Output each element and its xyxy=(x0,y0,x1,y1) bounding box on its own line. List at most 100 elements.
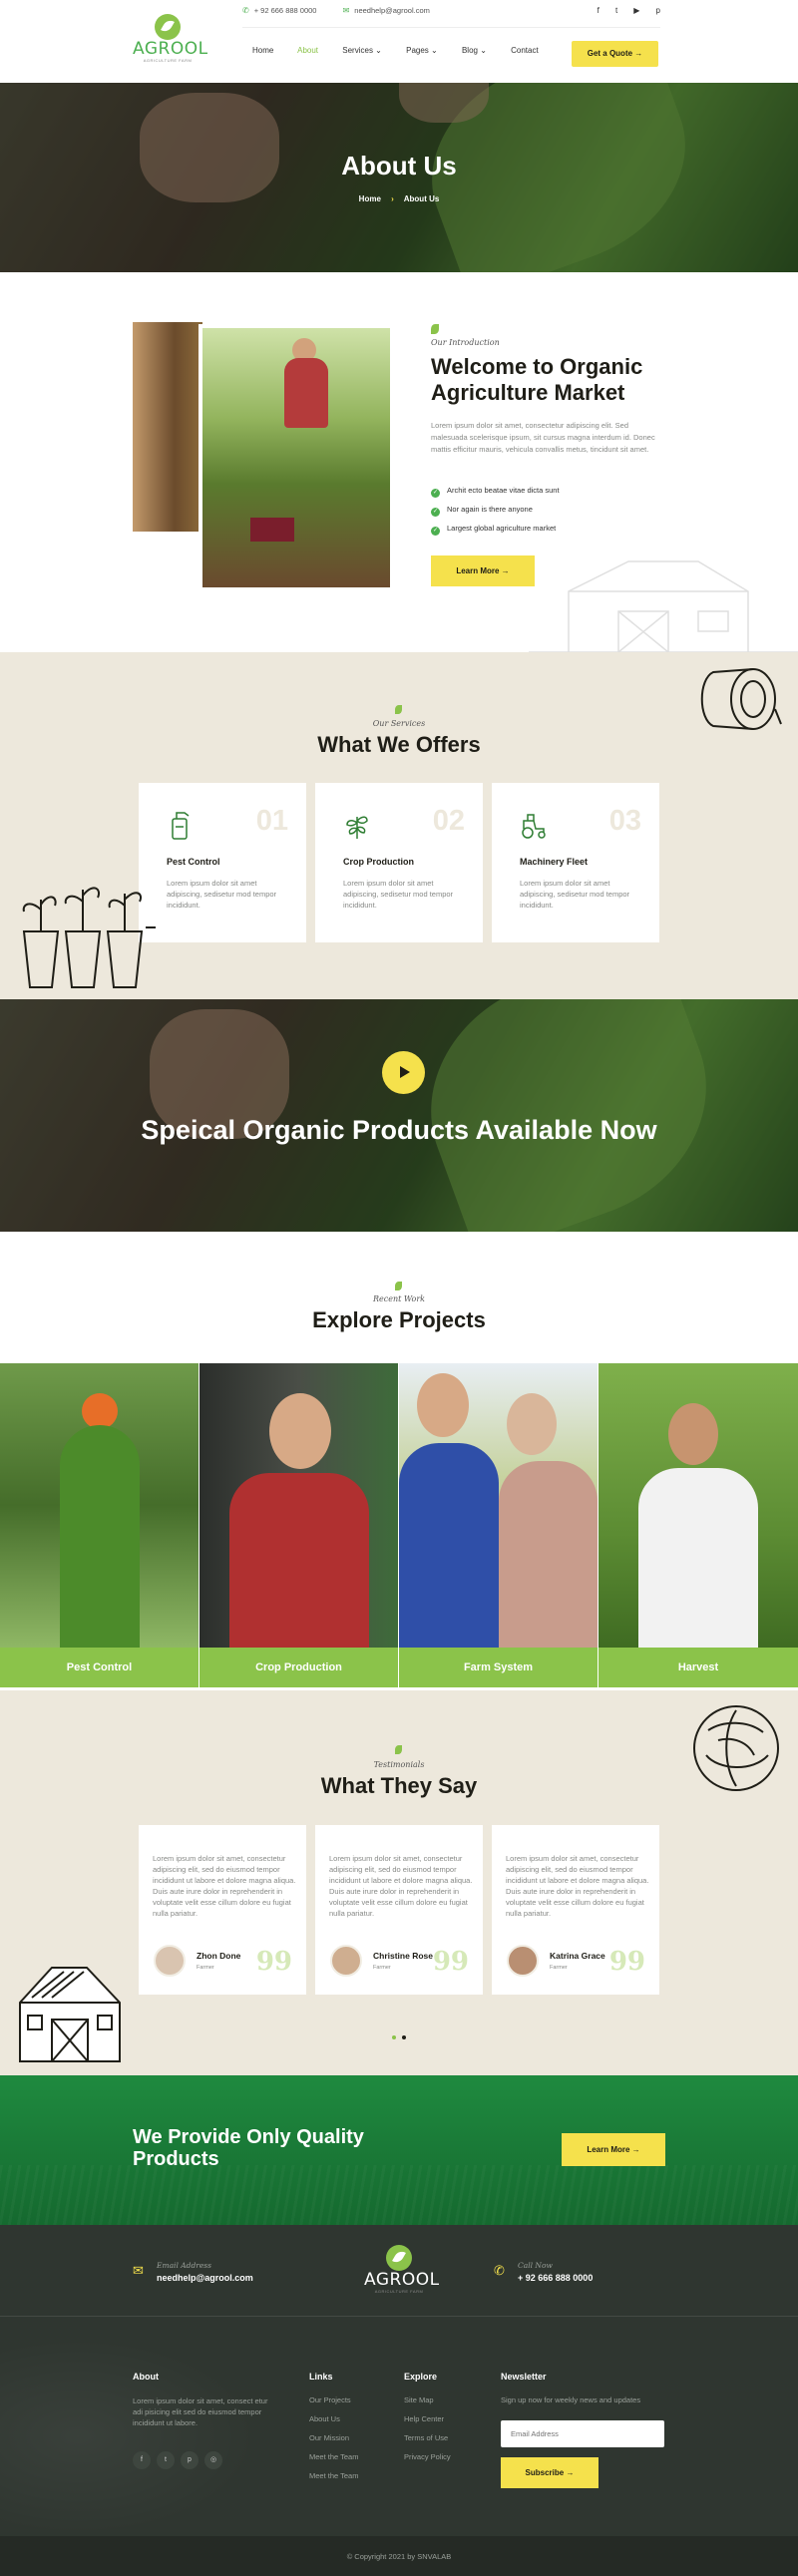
instagram-icon[interactable]: ◎ xyxy=(204,2451,222,2469)
footer-logo[interactable]: AGROOL AGRICULTURE FARM xyxy=(364,2245,439,2294)
footer-email-value: needhelp@agrool.com xyxy=(157,2273,253,2283)
testimonial-name: Katrina Grace xyxy=(550,1951,605,1961)
main-nav: Home About Services ⌄ Pages ⌄ Blog ⌄ Con… xyxy=(252,46,561,55)
project-card[interactable]: Harvest xyxy=(598,1363,798,1687)
testimonial-name: Christine Rose xyxy=(373,1951,433,1961)
footer-explore-column: Explore Site Map Help Center Terms of Us… xyxy=(404,2372,451,2471)
farmer-body xyxy=(284,358,328,428)
nav-contact[interactable]: Contact xyxy=(511,46,539,55)
carousel-dot-active[interactable] xyxy=(392,2035,396,2039)
email-contact[interactable]: ✉ needhelp@agrool.com xyxy=(343,6,430,15)
avatar xyxy=(154,1945,186,1977)
project-card[interactable]: Farm System xyxy=(399,1363,598,1687)
testimonial-text: Lorem ipsum dolor sit amet, consectetur … xyxy=(153,1854,296,1918)
learn-more-button[interactable]: Learn More → xyxy=(431,555,535,586)
phone-icon: ✆ xyxy=(494,2263,505,2278)
nav-home[interactable]: Home xyxy=(252,46,273,55)
quote-icon: 99 xyxy=(255,1947,292,1977)
pinterest-icon[interactable]: p xyxy=(656,6,660,15)
project-photo-harvest xyxy=(598,1363,798,1648)
breadcrumb-current: About Us xyxy=(403,194,440,203)
list-item: ✓ Archit ecto beatae vitae dicta sunt xyxy=(431,486,560,505)
services-tag: Our Services xyxy=(372,719,426,728)
list-item: ✓ Nor again is there anyone xyxy=(431,505,560,524)
facebook-icon[interactable]: f xyxy=(598,6,599,15)
footer-link[interactable]: Privacy Policy xyxy=(404,2452,451,2471)
service-title: Machinery Fleet xyxy=(520,857,589,867)
footer-email-label: Email Address xyxy=(157,2261,211,2270)
breadcrumb: Home › About Us xyxy=(0,194,798,203)
email-text: needhelp@agrool.com xyxy=(354,6,430,15)
youtube-icon[interactable]: ▶ xyxy=(633,6,639,15)
footer-about-title: About xyxy=(133,2372,159,2382)
play-button-icon[interactable] xyxy=(382,1051,425,1094)
project-photo-pest-control xyxy=(0,1363,199,1648)
newsletter-email-input[interactable] xyxy=(501,2420,664,2447)
cta-learn-more-button[interactable]: Learn More → xyxy=(562,2133,665,2166)
nav-blog[interactable]: Blog ⌄ xyxy=(462,46,487,55)
footer-link[interactable]: Our Mission xyxy=(309,2433,358,2452)
service-card-crop-production[interactable]: 02 Crop Production Lorem ipsum dolor sit… xyxy=(315,783,483,942)
nav-about[interactable]: About xyxy=(297,46,318,55)
phone-contact[interactable]: ✆ + 92 666 888 0000 xyxy=(242,6,316,15)
footer-link[interactable]: Help Center xyxy=(404,2414,451,2433)
about-points: ✓ Archit ecto beatae vitae dicta sunt ✓ No… xyxy=(431,486,560,543)
sprout-icon xyxy=(395,1745,402,1754)
service-title: Pest Control xyxy=(167,857,220,867)
project-photo-farm-system xyxy=(399,1363,598,1648)
footer-link[interactable]: Meet the Team xyxy=(309,2471,358,2490)
subscribe-button[interactable]: Subscribe → xyxy=(501,2457,598,2488)
about-description: Lorem ipsum dolor sit amet, consectetur … xyxy=(431,421,655,454)
testimonial-card: Lorem ipsum dolor sit amet, consectetur … xyxy=(315,1825,483,1995)
header-socials: f t ▶ p xyxy=(584,6,660,15)
twitter-icon[interactable]: t xyxy=(615,6,617,15)
pinterest-icon[interactable]: p xyxy=(181,2451,199,2469)
point-text: Largest global agriculture market xyxy=(447,524,557,533)
testimonials-tag: Testimonials xyxy=(373,1760,425,1769)
elder-head xyxy=(507,1393,557,1455)
facebook-icon[interactable]: f xyxy=(133,2451,151,2469)
footer-phone-label: Call Now xyxy=(518,2261,553,2270)
nav-services[interactable]: Services ⌄ xyxy=(342,46,382,55)
farmer-image xyxy=(199,324,394,591)
project-card[interactable]: Crop Production xyxy=(200,1363,398,1687)
project-photo-crop-production xyxy=(200,1363,398,1648)
man-body xyxy=(399,1443,499,1648)
footer-about-text: Lorem ipsum dolor sit amet, consect etur… xyxy=(133,2396,268,2427)
quote-icon: 99 xyxy=(432,1947,469,1977)
service-card-pest-control[interactable]: 01 Pest Control Lorem ipsum dolor sit am… xyxy=(139,783,306,942)
phone-text: + 92 666 888 0000 xyxy=(253,6,317,15)
grass-texture xyxy=(0,2165,798,2225)
footer-link[interactable]: Our Projects xyxy=(309,2395,358,2414)
service-card-machinery-fleet[interactable]: 03 Machinery Fleet Lorem ipsum dolor sit… xyxy=(492,783,659,942)
video-title: Speical Organic Products Available Now xyxy=(141,1115,657,1145)
copyright-text: © Copyright 2021 by SNVALAB xyxy=(346,2552,452,2561)
project-card[interactable]: Pest Control xyxy=(0,1363,199,1687)
carousel-dot[interactable] xyxy=(402,2035,406,2039)
footer-link[interactable]: Terms of Use xyxy=(404,2433,451,2452)
site-header: AGROOL AGRICULTURE FARM ✆ + 92 666 888 00… xyxy=(0,0,798,83)
nav-pages[interactable]: Pages ⌄ xyxy=(406,46,438,55)
twitter-icon[interactable]: t xyxy=(157,2451,175,2469)
breadcrumb-home[interactable]: Home xyxy=(359,194,381,203)
leaf-icon xyxy=(386,2245,412,2271)
check-icon: ✓ xyxy=(431,508,440,517)
footer-link[interactable]: Site Map xyxy=(404,2395,451,2414)
site-logo[interactable]: AGROOL AGRICULTURE FARM xyxy=(133,14,207,63)
about-tagline: Our Introduction xyxy=(431,338,500,347)
service-title: Crop Production xyxy=(343,857,414,867)
footer-link[interactable]: About Us xyxy=(309,2414,358,2433)
check-icon: ✓ xyxy=(431,527,440,536)
get-quote-button[interactable]: Get a Quote → xyxy=(572,41,658,67)
header-divider xyxy=(242,27,660,28)
footer-about-column: About Lorem ipsum dolor sit amet, consec… xyxy=(133,2372,277,2469)
cta-title: We Provide Only Quality Products xyxy=(133,2126,364,2170)
footer-link[interactable]: Meet the Team xyxy=(309,2452,358,2471)
phone-icon: ✆ xyxy=(242,6,249,15)
about-title: Welcome to Organic Agriculture Market xyxy=(431,354,643,405)
footer-explore-title: Explore xyxy=(404,2372,438,2382)
footer-phone-value: + 92 666 888 0000 xyxy=(518,2273,594,2283)
footer-main: About Lorem ipsum dolor sit amet, consec… xyxy=(0,2317,798,2536)
footer-links-title: Links xyxy=(309,2372,333,2382)
footer-links-column: Links Our Projects About Us Our Mission … xyxy=(309,2372,358,2490)
